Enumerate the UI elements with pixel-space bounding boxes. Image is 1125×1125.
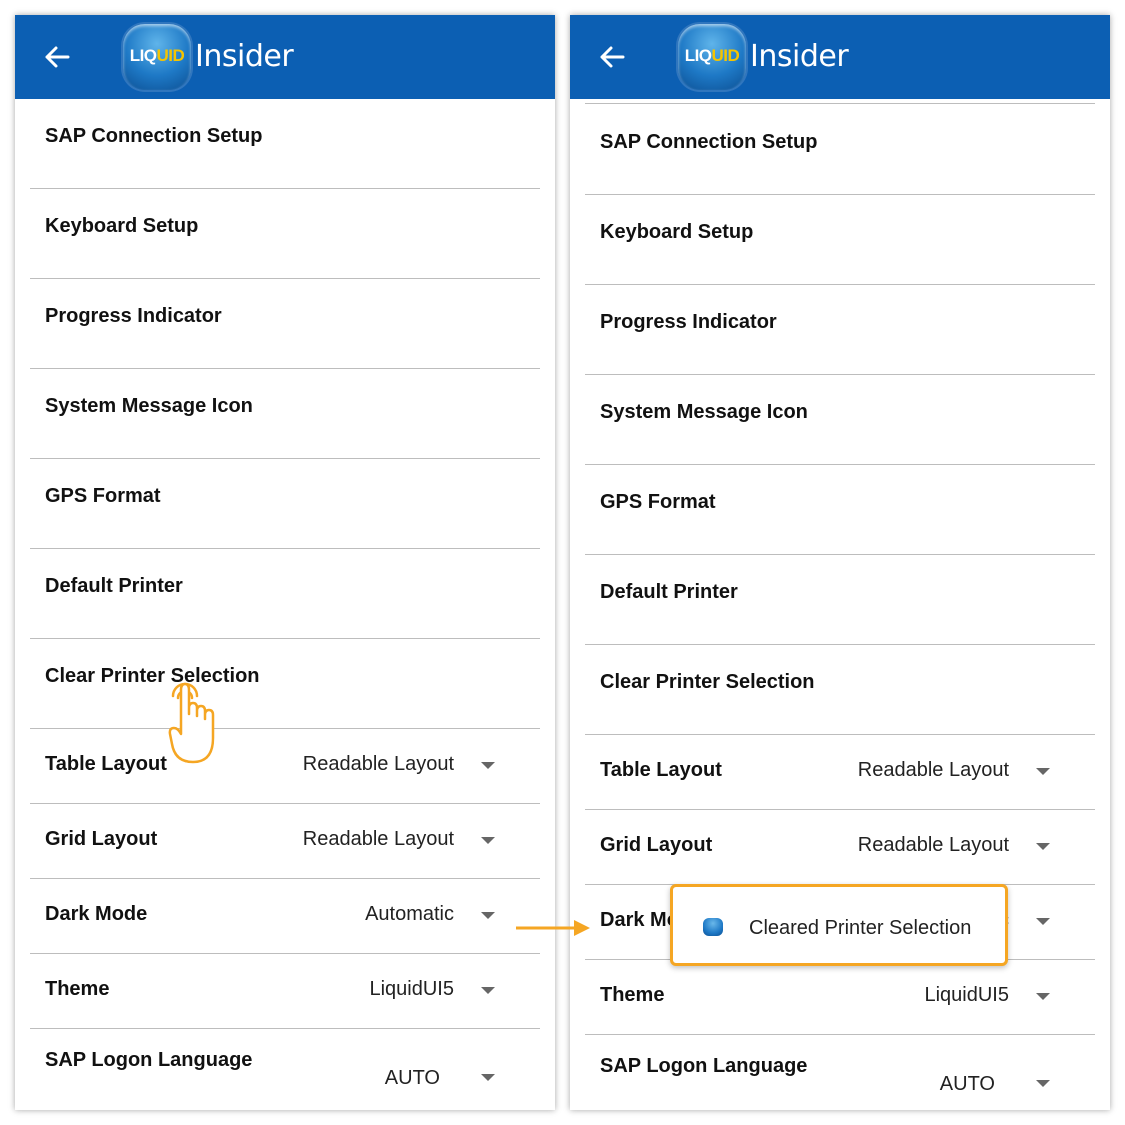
setting-label: System Message Icon <box>600 401 808 423</box>
setting-label: Table Layout <box>600 759 722 781</box>
setting-keyboard-setup[interactable]: Keyboard Setup <box>585 195 1095 285</box>
liquid-ui-logo <box>703 918 723 936</box>
liquid-ui-logo: LIQUID <box>123 24 191 90</box>
toast-notification: Cleared Printer Selection <box>670 884 1008 966</box>
dropdown-value[interactable]: LiquidUI5 <box>369 978 454 1001</box>
setting-grid-layout[interactable]: Grid Layout Readable Layout <box>585 810 1095 885</box>
setting-label: SAP Logon Language <box>45 1049 253 1071</box>
setting-progress-indicator[interactable]: Progress Indicator <box>30 279 540 369</box>
setting-label: Keyboard Setup <box>45 215 199 237</box>
setting-clear-printer-selection[interactable]: Clear Printer Selection <box>585 645 1095 735</box>
app-bar: LIQUID Insider <box>570 15 1110 99</box>
setting-sap-connection-setup[interactable]: SAP Connection Setup <box>585 105 1095 195</box>
setting-gps-format[interactable]: GPS Format <box>30 459 540 549</box>
arrow-right-icon <box>516 920 590 936</box>
setting-sap-connection-setup[interactable]: SAP Connection Setup <box>30 99 540 189</box>
setting-label: Theme <box>45 978 110 1000</box>
setting-default-printer[interactable]: Default Printer <box>30 549 540 639</box>
dropdown-value[interactable]: Readable Layout <box>858 834 1009 857</box>
app-title: Insider <box>750 39 849 74</box>
dropdown-caret-icon[interactable] <box>1036 1080 1050 1087</box>
setting-clear-printer-selection[interactable]: Clear Printer Selection <box>30 639 540 729</box>
tap-hand-icon <box>168 682 215 764</box>
dropdown-value[interactable]: AUTO <box>385 1067 440 1090</box>
setting-label: Progress Indicator <box>600 311 777 333</box>
settings-list: SAP Connection Setup Keyboard Setup Prog… <box>15 99 555 1110</box>
setting-theme[interactable]: Theme LiquidUI5 <box>30 954 540 1029</box>
back-arrow-icon[interactable] <box>43 43 71 71</box>
app-bar: LIQUID Insider <box>15 15 555 99</box>
setting-label: Clear Printer Selection <box>600 671 815 693</box>
dropdown-value[interactable]: Readable Layout <box>303 753 454 776</box>
setting-label: GPS Format <box>45 485 161 507</box>
dropdown-value[interactable]: Automatic <box>365 903 454 926</box>
setting-label: SAP Logon Language <box>600 1055 808 1077</box>
setting-theme[interactable]: Theme LiquidUI5 <box>585 960 1095 1035</box>
liquid-ui-logo: LIQUID <box>678 24 746 90</box>
setting-label: Table Layout <box>45 753 167 775</box>
setting-keyboard-setup[interactable]: Keyboard Setup <box>30 189 540 279</box>
setting-dark-mode[interactable]: Dark Mode Automatic <box>30 879 540 954</box>
dropdown-caret-icon[interactable] <box>481 837 495 844</box>
setting-label: Default Printer <box>600 581 738 603</box>
setting-table-layout[interactable]: Table Layout Readable Layout <box>30 729 540 804</box>
setting-label: Grid Layout <box>600 834 713 856</box>
setting-progress-indicator[interactable]: Progress Indicator <box>585 285 1095 375</box>
setting-label: SAP Connection Setup <box>45 125 263 147</box>
setting-label: Progress Indicator <box>45 305 222 327</box>
setting-system-message-icon[interactable]: System Message Icon <box>30 369 540 459</box>
dropdown-caret-icon[interactable] <box>1036 768 1050 775</box>
dropdown-value[interactable]: Readable Layout <box>303 828 454 851</box>
dropdown-caret-icon[interactable] <box>481 987 495 994</box>
setting-gps-format[interactable]: GPS Format <box>585 465 1095 555</box>
dropdown-caret-icon[interactable] <box>481 762 495 769</box>
dropdown-caret-icon[interactable] <box>1036 918 1050 925</box>
setting-sap-logon-language[interactable]: SAP Logon Language AUTO <box>585 1035 1095 1110</box>
dropdown-value[interactable]: Readable Layout <box>858 759 1009 782</box>
app-title: Insider <box>195 39 294 74</box>
setting-label: System Message Icon <box>45 395 253 417</box>
dropdown-caret-icon[interactable] <box>481 1074 495 1081</box>
back-arrow-icon[interactable] <box>598 43 626 71</box>
setting-label: Theme <box>600 984 665 1006</box>
setting-system-message-icon[interactable]: System Message Icon <box>585 375 1095 465</box>
setting-label: GPS Format <box>600 491 716 513</box>
dropdown-caret-icon[interactable] <box>1036 843 1050 850</box>
setting-sap-logon-language[interactable]: SAP Logon Language AUTO <box>30 1029 540 1110</box>
dropdown-value[interactable]: AUTO <box>940 1073 995 1096</box>
dropdown-caret-icon[interactable] <box>481 912 495 919</box>
dropdown-value[interactable]: LiquidUI5 <box>924 984 1009 1007</box>
setting-label: Keyboard Setup <box>600 221 754 243</box>
dropdown-caret-icon[interactable] <box>1036 993 1050 1000</box>
setting-label: Dark Mode <box>45 903 148 925</box>
setting-table-layout[interactable]: Table Layout Readable Layout <box>585 735 1095 810</box>
setting-grid-layout[interactable]: Grid Layout Readable Layout <box>30 804 540 879</box>
toast-message: Cleared Printer Selection <box>749 917 972 939</box>
divider <box>585 103 1095 104</box>
setting-label: Default Printer <box>45 575 183 597</box>
setting-default-printer[interactable]: Default Printer <box>585 555 1095 645</box>
setting-label: SAP Connection Setup <box>600 131 818 153</box>
setting-label: Grid Layout <box>45 828 158 850</box>
settings-screen-before: LIQUID Insider SAP Connection Setup Keyb… <box>15 15 555 1110</box>
